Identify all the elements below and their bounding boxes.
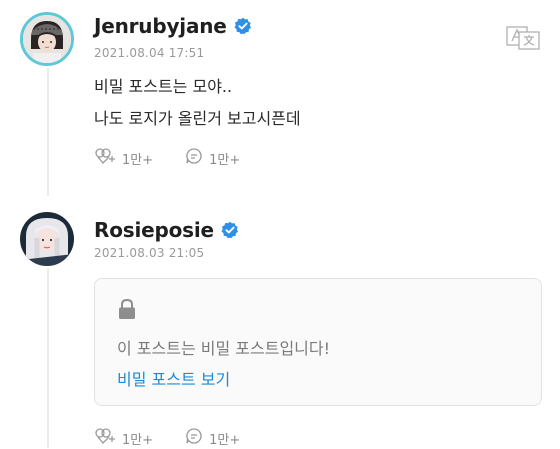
comment-button[interactable]: 1만+	[185, 147, 240, 169]
post-body-line: 나도 로지가 올린거 보고시픈데	[94, 109, 301, 128]
verified-badge-icon	[234, 17, 252, 35]
lock-icon	[117, 298, 137, 324]
like-icon	[94, 147, 116, 169]
thread-line	[47, 68, 49, 196]
like-count: 1만+	[122, 152, 154, 168]
like-count: 1만+	[122, 432, 154, 448]
post-actions: 1만+ 1만+	[94, 147, 240, 169]
like-icon	[94, 427, 116, 449]
locked-post-message: 이 포스트는 비밀 포스트입니다!	[117, 339, 331, 358]
thread-line	[47, 268, 49, 448]
like-button[interactable]: 1만+	[94, 147, 153, 169]
avatar-jenrubyjane[interactable]	[20, 12, 74, 66]
view-secret-post-link[interactable]: 비밀 포스트 보기	[117, 366, 230, 390]
comment-count: 1만+	[209, 432, 241, 448]
locked-post-card: 이 포스트는 비밀 포스트입니다! 비밀 포스트 보기	[94, 278, 542, 406]
author-name[interactable]: Jenrubyjane	[94, 14, 227, 38]
post-actions: 1만+ 1만+	[94, 427, 240, 449]
post-timestamp: 2021.08.03 21:05	[94, 246, 205, 260]
comment-icon	[185, 147, 203, 169]
comment-icon	[185, 427, 203, 449]
comment-count: 1만+	[209, 152, 241, 168]
author-name[interactable]: Rosieposie	[94, 218, 214, 242]
verified-badge-icon	[221, 221, 239, 239]
post-author: Jenrubyjane	[94, 14, 252, 38]
post-body-line: 비밀 포스트는 모야..	[94, 77, 233, 96]
translate-icon[interactable]	[506, 26, 540, 54]
comment-button[interactable]: 1만+	[185, 427, 240, 449]
avatar-rosieposie[interactable]	[20, 212, 74, 266]
post-author: Rosieposie	[94, 218, 239, 242]
like-button[interactable]: 1만+	[94, 427, 153, 449]
post-timestamp: 2021.08.04 17:51	[94, 46, 205, 60]
